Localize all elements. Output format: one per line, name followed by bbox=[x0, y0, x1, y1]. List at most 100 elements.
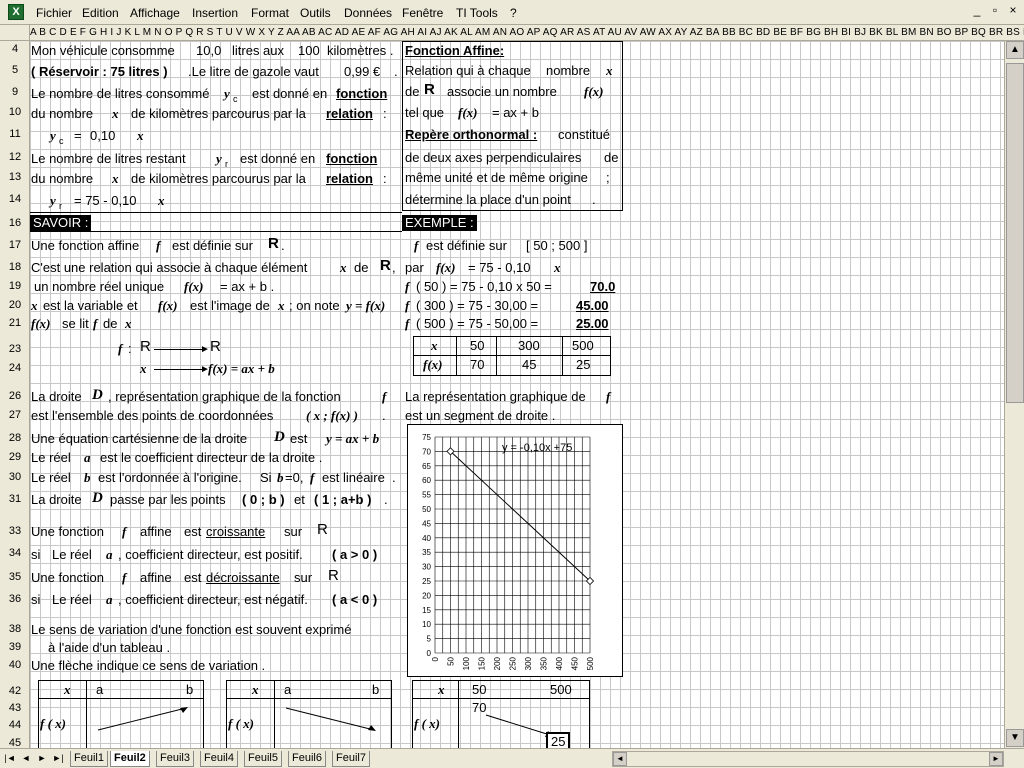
cell-symbol[interactable]: f bbox=[156, 238, 160, 254]
cell-text[interactable]: Le nombre de litres consommé bbox=[31, 86, 209, 102]
cell-symbol[interactable]: x bbox=[137, 128, 144, 144]
cell-text[interactable]: est l'ordonnée à l'origine. bbox=[98, 470, 242, 486]
row-number[interactable]: 36 bbox=[0, 593, 29, 605]
next-sheet-icon[interactable]: ► bbox=[36, 752, 48, 764]
row-number[interactable]: 42 bbox=[0, 685, 29, 697]
cell-text[interactable]: , bbox=[392, 260, 396, 276]
cell-text[interactable]: un nombre réel unique bbox=[34, 279, 164, 295]
cell-symbol[interactable]: x bbox=[252, 682, 259, 698]
select-all-corner[interactable] bbox=[0, 25, 30, 40]
cell-text[interactable]: : bbox=[383, 171, 387, 187]
cell-symbol[interactable]: x bbox=[606, 63, 613, 79]
cell-symbol[interactable]: f bbox=[405, 316, 409, 332]
cell-text[interactable]: ( Réservoir : 75 litres ) bbox=[31, 64, 168, 80]
cell-text[interactable]: est bbox=[184, 570, 201, 586]
row-number[interactable]: 27 bbox=[0, 409, 29, 421]
cell-symbol[interactable]: f ( x) bbox=[228, 716, 254, 732]
cell-symbol[interactable]: R bbox=[210, 339, 221, 355]
cell-symbol[interactable]: ( x ; f(x) ) bbox=[306, 408, 358, 424]
cell-text[interactable]: = 75 - 0,10 bbox=[74, 193, 137, 209]
definition-title[interactable]: Fonction Affine: bbox=[405, 43, 504, 59]
cell-text[interactable]: ; on note bbox=[289, 298, 340, 314]
row-number[interactable]: 43 bbox=[0, 702, 29, 714]
cell-text[interactable]: ( a > 0 ) bbox=[332, 547, 377, 563]
cell-symbol[interactable]: x bbox=[125, 316, 132, 332]
menu-fenetre[interactable]: Fenêtre bbox=[402, 6, 443, 20]
cell-symbol[interactable]: y bbox=[50, 193, 56, 209]
cell-text[interactable]: affine bbox=[140, 524, 172, 540]
cell-subscript[interactable]: c bbox=[59, 133, 64, 149]
row-number[interactable]: 19 bbox=[0, 280, 29, 292]
tab-feuil6[interactable]: Feuil6 bbox=[288, 751, 326, 767]
cell-subscript[interactable]: c bbox=[233, 91, 238, 107]
cell-value[interactable]: 0,10 bbox=[90, 128, 115, 144]
cell-symbol[interactable]: f(x) bbox=[31, 316, 51, 332]
cell-text[interactable]: si bbox=[31, 592, 40, 608]
cell-symbol[interactable]: f bbox=[310, 470, 314, 486]
scroll-right-icon[interactable]: ► bbox=[989, 752, 1003, 766]
menu-affichage[interactable]: Affichage bbox=[130, 6, 180, 20]
cell-text[interactable]: de bbox=[604, 150, 618, 166]
restore-icon[interactable]: ▫ bbox=[988, 4, 1002, 18]
cell-text[interactable]: , représentation graphique de la fonctio… bbox=[108, 389, 341, 405]
cell-text[interactable]: de deux axes perpendiculaires bbox=[405, 150, 581, 166]
cell-symbol[interactable]: y bbox=[216, 151, 222, 167]
cell-symbol[interactable]: f ( x) bbox=[40, 716, 66, 732]
cell-text[interactable]: décroissante bbox=[206, 570, 280, 586]
cell-text[interactable]: ( 0 ; b ) bbox=[242, 492, 285, 508]
cell-text[interactable]: constitué bbox=[558, 127, 610, 143]
cell-symbol[interactable]: R bbox=[317, 522, 328, 538]
cell-text[interactable]: Le réel bbox=[52, 592, 92, 608]
cell-text[interactable]: : bbox=[383, 106, 387, 122]
cell-text[interactable]: litres aux bbox=[232, 43, 284, 59]
cell-text[interactable]: si bbox=[31, 547, 40, 563]
cell-text[interactable]: ( 300 ) = 75 - 30,00 = bbox=[416, 298, 538, 314]
cell-symbol[interactable]: f ( x) bbox=[414, 716, 440, 732]
cell-symbol[interactable]: a bbox=[106, 547, 113, 563]
cell-text[interactable]: sur bbox=[294, 570, 312, 586]
minimize-icon[interactable]: _ bbox=[970, 4, 984, 18]
cell-text[interactable]: Une équation cartésienne de la droite bbox=[31, 431, 247, 447]
table-cell[interactable]: 500 bbox=[572, 338, 594, 354]
cell-symbol[interactable]: y = f(x) bbox=[346, 298, 385, 314]
menu-ti-tools[interactable]: TI Tools bbox=[456, 6, 498, 20]
menu-fichier[interactable]: Fichier bbox=[36, 6, 72, 20]
cell-symbol[interactable]: f(x) bbox=[584, 84, 604, 100]
row-number[interactable]: 16 bbox=[0, 217, 29, 229]
savoir-header[interactable]: SAVOIR : bbox=[30, 215, 92, 231]
cell-text[interactable]: est définie sur bbox=[426, 238, 507, 254]
cell-symbol[interactable]: f bbox=[382, 389, 386, 405]
row-number[interactable]: 5 bbox=[0, 64, 29, 76]
cell-text[interactable]: affine bbox=[140, 570, 172, 586]
row-number[interactable]: 44 bbox=[0, 719, 29, 731]
horizontal-scrollbar[interactable]: ◄ ► bbox=[612, 751, 1004, 767]
excel-app-icon[interactable]: X bbox=[8, 4, 24, 20]
cell-symbol[interactable]: f bbox=[405, 298, 409, 314]
cell-text[interactable]: . bbox=[592, 192, 596, 208]
cell-text[interactable]: a bbox=[284, 682, 291, 698]
cell-text[interactable]: = ax + b . bbox=[220, 279, 274, 295]
cell-symbol[interactable]: x bbox=[112, 171, 119, 187]
tab-feuil1[interactable]: Feuil1 bbox=[70, 751, 108, 767]
cell-text[interactable]: tel que bbox=[405, 105, 444, 121]
cell-symbol[interactable]: x bbox=[340, 260, 347, 276]
cell-symbol[interactable]: f(x) bbox=[184, 279, 204, 295]
row-number[interactable]: 28 bbox=[0, 432, 29, 444]
cell-text[interactable]: de bbox=[103, 316, 117, 332]
cell-value[interactable]: 10,0 bbox=[196, 43, 221, 59]
cell-text[interactable]: même unité et de même origine bbox=[405, 170, 588, 186]
cell-text[interactable]: de bbox=[354, 260, 368, 276]
cell-text[interactable]: Si bbox=[260, 470, 272, 486]
cell-text[interactable]: sur bbox=[284, 524, 302, 540]
tab-feuil3[interactable]: Feuil3 bbox=[156, 751, 194, 767]
cell-text[interactable]: Le réel bbox=[31, 450, 71, 466]
table-cell[interactable]: 25 bbox=[576, 357, 590, 373]
row-number[interactable]: 33 bbox=[0, 525, 29, 537]
cell-symbol[interactable]: D bbox=[92, 490, 103, 506]
cell-symbol[interactable]: x bbox=[31, 298, 38, 314]
cell-text[interactable]: =0, bbox=[285, 470, 303, 486]
cell-text[interactable]: Une flèche indique ce sens de variation … bbox=[31, 658, 265, 674]
cell-text[interactable]: est l'image de bbox=[190, 298, 270, 314]
tab-feuil4[interactable]: Feuil4 bbox=[200, 751, 238, 767]
cell-text[interactable]: est bbox=[290, 431, 307, 447]
